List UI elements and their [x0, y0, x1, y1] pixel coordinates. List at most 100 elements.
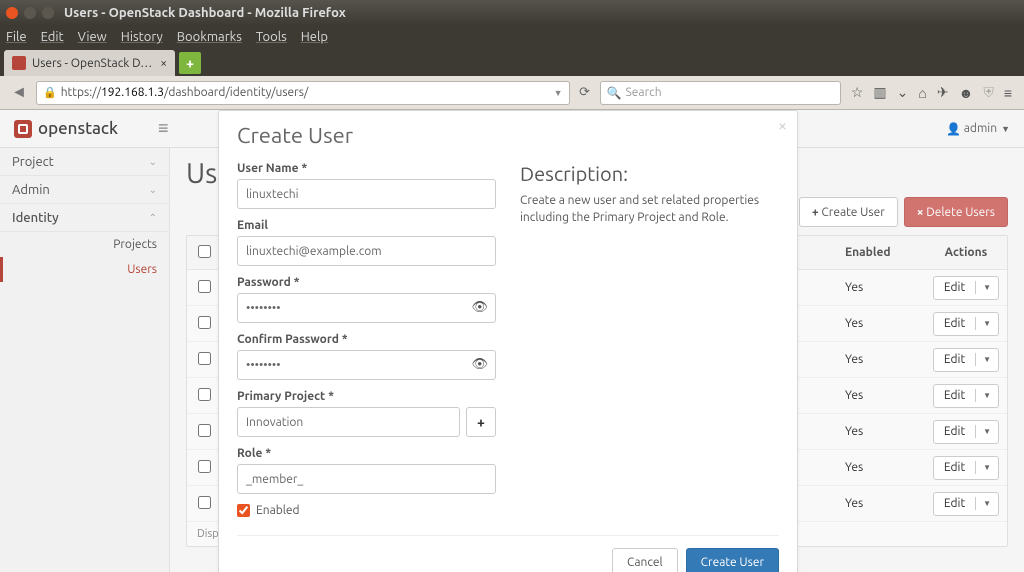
url-dropdown-icon[interactable]: ▼	[554, 88, 563, 98]
caret-down-icon[interactable]: ▼	[976, 355, 998, 364]
caret-down-icon[interactable]: ▼	[976, 283, 998, 292]
menu-help[interactable]: Help	[301, 30, 328, 44]
menu-bookmarks[interactable]: Bookmarks	[177, 30, 242, 44]
new-tab-button[interactable]: +	[179, 52, 201, 74]
submit-create-user-button[interactable]: Create User	[686, 548, 779, 572]
sidebar-item-identity[interactable]: Identity⌃	[0, 204, 169, 232]
password-input[interactable]	[237, 293, 496, 323]
send-icon[interactable]: ✈	[937, 84, 949, 101]
primary-project-select[interactable]: Innovation	[237, 407, 460, 437]
menu-view[interactable]: View	[78, 30, 107, 44]
row-checkbox[interactable]	[198, 352, 211, 365]
add-project-button[interactable]: +	[466, 407, 496, 437]
url-path: /dashboard/identity/users/	[164, 86, 308, 99]
caret-down-icon[interactable]: ▼	[976, 463, 998, 472]
cell-enabled: Yes	[845, 461, 925, 474]
hamburger-menu-icon[interactable]: ≡	[1004, 85, 1012, 101]
openstack-logo[interactable]: openstack	[14, 119, 118, 138]
sidebar-sub-projects[interactable]: Projects	[0, 232, 169, 257]
window-close-button[interactable]	[6, 7, 18, 19]
row-edit-button[interactable]: Edit▼	[933, 456, 999, 480]
url-bar[interactable]: 🔒 https://192.168.1.3/dashboard/identity…	[36, 81, 570, 105]
openstack-logo-icon	[14, 120, 32, 138]
row-edit-button[interactable]: Edit▼	[933, 348, 999, 372]
confirm-password-label: Confirm Password *	[237, 333, 496, 346]
lock-icon: 🔒	[43, 86, 57, 99]
window-titlebar: Users - OpenStack Dashboard - Mozilla Fi…	[0, 0, 1024, 26]
chevron-down-icon: ⌄	[149, 156, 157, 168]
row-edit-button[interactable]: Edit▼	[933, 492, 999, 516]
role-select[interactable]: _member_	[237, 464, 496, 494]
menu-file[interactable]: File	[6, 30, 27, 44]
face-icon[interactable]: ☻	[959, 85, 974, 101]
description-heading: Description:	[520, 162, 779, 185]
bookmark-star-icon[interactable]: ☆	[851, 84, 864, 101]
password-label: Password *	[237, 276, 496, 289]
eye-icon[interactable]: 👁	[471, 357, 488, 372]
row-edit-button[interactable]: Edit▼	[933, 276, 999, 300]
window-minimize-button[interactable]	[24, 7, 36, 19]
caret-down-icon[interactable]: ▼	[976, 319, 998, 328]
role-label: Role *	[237, 447, 496, 460]
select-all-checkbox[interactable]	[198, 245, 211, 258]
username-label: User Name *	[237, 162, 496, 175]
reload-button[interactable]: ⟳	[574, 82, 596, 104]
header-hamburger-icon[interactable]: ≡	[158, 118, 169, 139]
row-checkbox[interactable]	[198, 280, 211, 293]
row-checkbox[interactable]	[198, 424, 211, 437]
user-menu[interactable]: 👤 admin ▼	[946, 122, 1010, 136]
shield-icon[interactable]: ⛨	[983, 84, 994, 101]
menu-history[interactable]: History	[121, 30, 163, 44]
row-edit-button[interactable]: Edit▼	[933, 312, 999, 336]
menu-edit[interactable]: Edit	[41, 30, 64, 44]
email-input[interactable]	[237, 236, 496, 266]
search-icon: 🔍	[607, 86, 622, 100]
sidebar-item-project[interactable]: Project⌄	[0, 148, 169, 176]
search-placeholder: Search	[626, 86, 662, 99]
sidebar-sub-users[interactable]: Users	[0, 257, 169, 282]
sidebar-item-admin[interactable]: Admin⌄	[0, 176, 169, 204]
tab-title: Users - OpenStack D…	[32, 57, 152, 70]
delete-users-button[interactable]: × Delete Users	[904, 197, 1008, 227]
caret-down-icon[interactable]: ▼	[976, 499, 998, 508]
caret-down-icon[interactable]: ▼	[976, 427, 998, 436]
username-input[interactable]	[237, 179, 496, 209]
home-icon[interactable]: ⌂	[918, 85, 926, 101]
primary-project-label: Primary Project *	[237, 390, 496, 403]
create-user-button[interactable]: + Create User	[799, 197, 898, 227]
enabled-checkbox[interactable]	[237, 504, 250, 517]
search-bar[interactable]: 🔍 Search	[600, 81, 841, 105]
row-checkbox[interactable]	[198, 496, 211, 509]
caret-down-icon[interactable]: ▼	[976, 391, 998, 400]
description-text: Create a new user and set related proper…	[520, 193, 779, 227]
modal-close-icon[interactable]: ×	[778, 117, 787, 135]
row-edit-button[interactable]: Edit▼	[933, 384, 999, 408]
row-checkbox[interactable]	[198, 388, 211, 401]
library-icon[interactable]: ▥	[873, 84, 886, 101]
cell-enabled: Yes	[845, 353, 925, 366]
tab-close-icon[interactable]: ×	[160, 57, 167, 70]
firefox-tabstrip: Users - OpenStack D… × +	[0, 48, 1024, 76]
row-checkbox[interactable]	[198, 316, 211, 329]
back-button[interactable]: ◄	[6, 80, 32, 106]
cell-enabled: Yes	[845, 389, 925, 402]
cancel-button[interactable]: Cancel	[612, 548, 678, 572]
window-maximize-button[interactable]	[42, 7, 54, 19]
pocket-icon[interactable]: ⌄	[897, 84, 909, 101]
user-icon: 👤	[946, 122, 961, 136]
confirm-password-input[interactable]	[237, 350, 496, 380]
sidebar: Project⌄ Admin⌄ Identity⌃ Projects Users	[0, 148, 170, 572]
row-checkbox[interactable]	[198, 460, 211, 473]
browser-tab[interactable]: Users - OpenStack D… ×	[4, 50, 175, 76]
cell-enabled: Yes	[845, 425, 925, 438]
menu-tools[interactable]: Tools	[256, 30, 287, 44]
caret-down-icon: ▼	[1001, 124, 1010, 134]
firefox-toolbar: ◄ 🔒 https://192.168.1.3/dashboard/identi…	[0, 76, 1024, 110]
email-label: Email	[237, 219, 496, 232]
cell-enabled: Yes	[845, 281, 925, 294]
row-edit-button[interactable]: Edit▼	[933, 420, 999, 444]
modal-title: Create User	[237, 123, 779, 148]
eye-icon[interactable]: 👁	[471, 300, 488, 315]
column-enabled[interactable]: Enabled	[845, 246, 925, 259]
firefox-menubar: File Edit View History Bookmarks Tools H…	[0, 26, 1024, 48]
